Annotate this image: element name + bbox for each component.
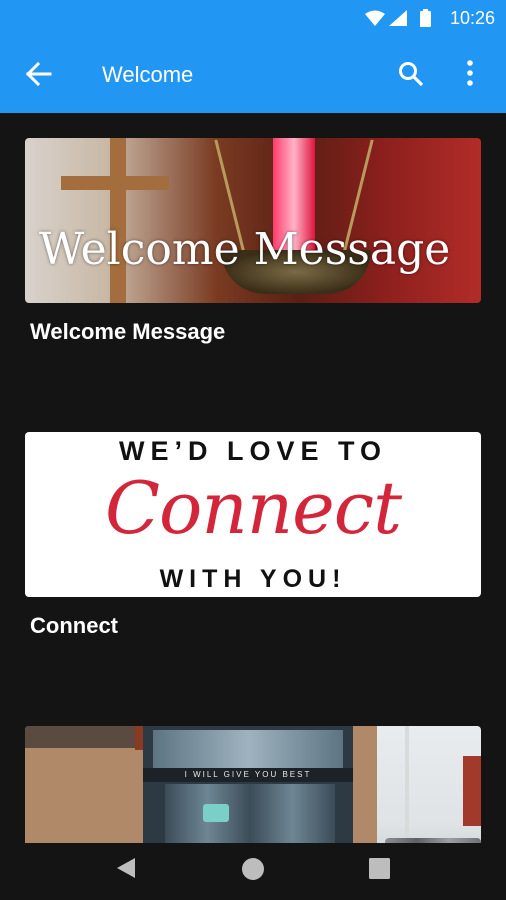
card-title[interactable]: Welcome Message <box>30 319 481 345</box>
battery-icon <box>420 9 431 32</box>
wifi-icon <box>365 10 385 31</box>
connect-image-top-text: WE’D LOVE TO <box>118 436 387 466</box>
system-nav-bar <box>0 843 506 900</box>
welcome-message-image[interactable]: Welcome Message <box>25 138 481 303</box>
roof-graphic <box>25 726 145 748</box>
door-sticker-graphic <box>203 804 229 822</box>
brick-pillar-graphic <box>353 726 377 843</box>
nav-recents-icon[interactable] <box>369 858 390 884</box>
welcome-image-text: Welcome Message <box>39 224 451 275</box>
app-bar: Welcome <box>0 36 506 113</box>
brick-wall-graphic <box>25 748 145 843</box>
card-welcome-message[interactable]: Welcome Message Welcome Message <box>25 138 481 345</box>
window-graphic <box>153 730 343 770</box>
nav-back-icon[interactable] <box>116 857 136 884</box>
more-vert-icon[interactable] <box>466 60 474 91</box>
church-building-image[interactable]: I WILL GIVE YOU BEST <box>25 726 481 843</box>
building-sign: I WILL GIVE YOU BEST <box>143 768 353 782</box>
page-title: Welcome <box>102 62 194 87</box>
doors-graphic <box>165 784 335 843</box>
cross-graphic-vertical <box>110 138 126 303</box>
connect-image-bottom-text: WITH YOU! <box>159 565 347 593</box>
search-icon[interactable] <box>398 61 424 92</box>
card-church-building[interactable]: I WILL GIVE YOU BEST <box>25 726 481 843</box>
content-list: Welcome Message Welcome Message WE’D LOV… <box>0 113 506 843</box>
signal-icon <box>389 10 407 31</box>
card-title[interactable]: Connect <box>30 613 481 639</box>
nav-home-icon[interactable] <box>241 857 265 886</box>
status-bar: 10:26 <box>0 0 506 36</box>
connect-image[interactable]: WE’D LOVE TO Connect WITH YOU! <box>25 432 481 597</box>
house-graphic <box>463 756 481 826</box>
status-time: 10:26 <box>449 8 495 28</box>
card-connect[interactable]: WE’D LOVE TO Connect WITH YOU! Connect <box>25 432 481 639</box>
connect-image-script-text: Connect <box>104 466 402 550</box>
back-arrow-icon[interactable] <box>25 61 52 91</box>
tree-graphic <box>405 726 409 843</box>
